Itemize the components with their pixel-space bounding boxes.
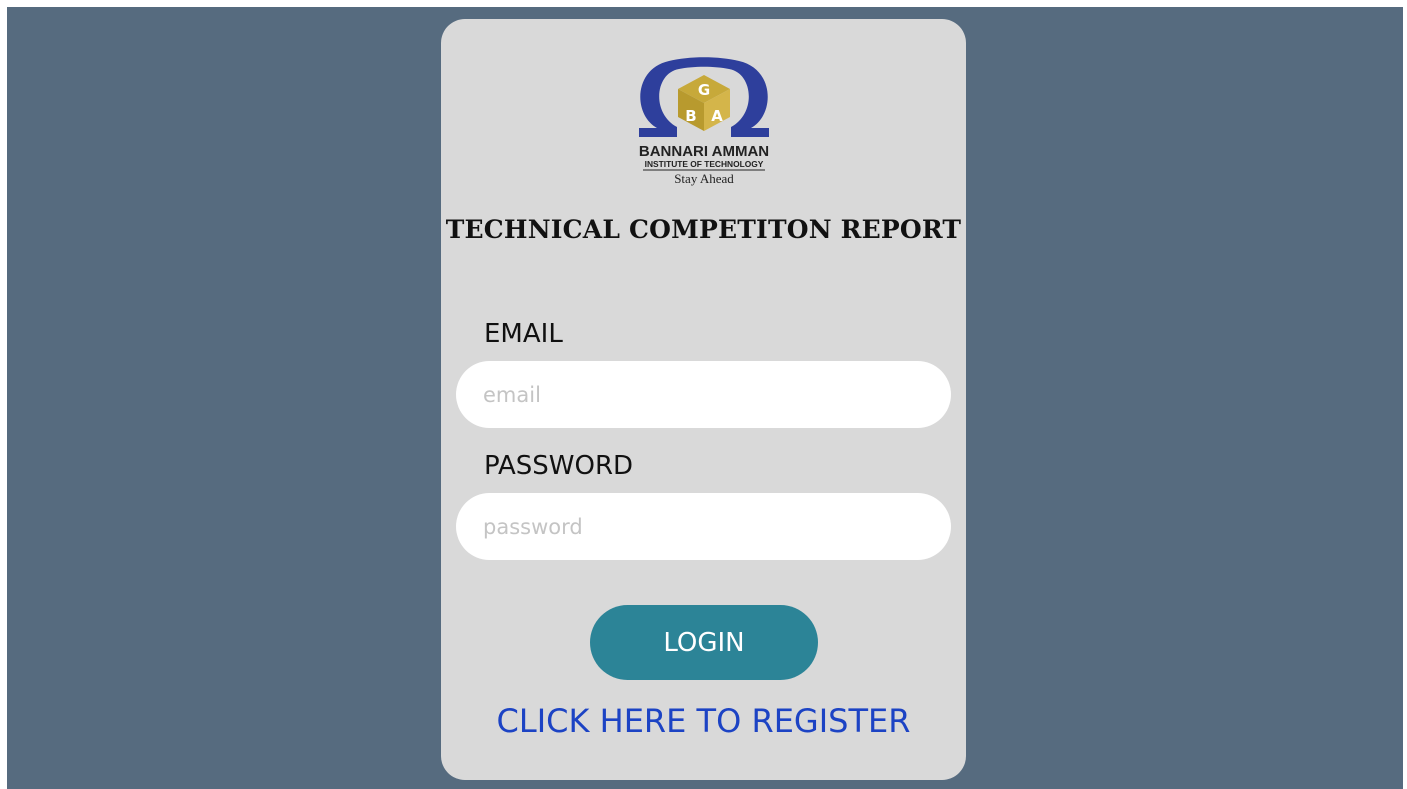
password-input[interactable] (456, 493, 951, 560)
logo-letter-g: G (698, 81, 710, 99)
logo-letter-a: A (711, 107, 723, 125)
register-link[interactable]: CLICK HERE TO REGISTER (441, 702, 966, 740)
page-background: G B A BANNARI AMMAN INSTITUTE OF TECHNOL… (7, 7, 1403, 789)
page-title: TECHNICAL COMPETITON REPORT (445, 215, 962, 244)
password-label: PASSWORD (484, 451, 634, 481)
email-input[interactable] (456, 361, 951, 428)
login-button[interactable]: LOGIN (590, 605, 818, 680)
logo-letter-b: B (685, 107, 696, 125)
login-card: G B A BANNARI AMMAN INSTITUTE OF TECHNOL… (441, 19, 966, 780)
logo-tagline: Stay Ahead (674, 171, 734, 186)
logo-subname: INSTITUTE OF TECHNOLOGY (645, 159, 764, 169)
logo-name: BANNARI AMMAN (639, 143, 769, 160)
email-label: EMAIL (484, 319, 563, 349)
institute-logo: G B A BANNARI AMMAN INSTITUTE OF TECHNOL… (619, 53, 789, 189)
